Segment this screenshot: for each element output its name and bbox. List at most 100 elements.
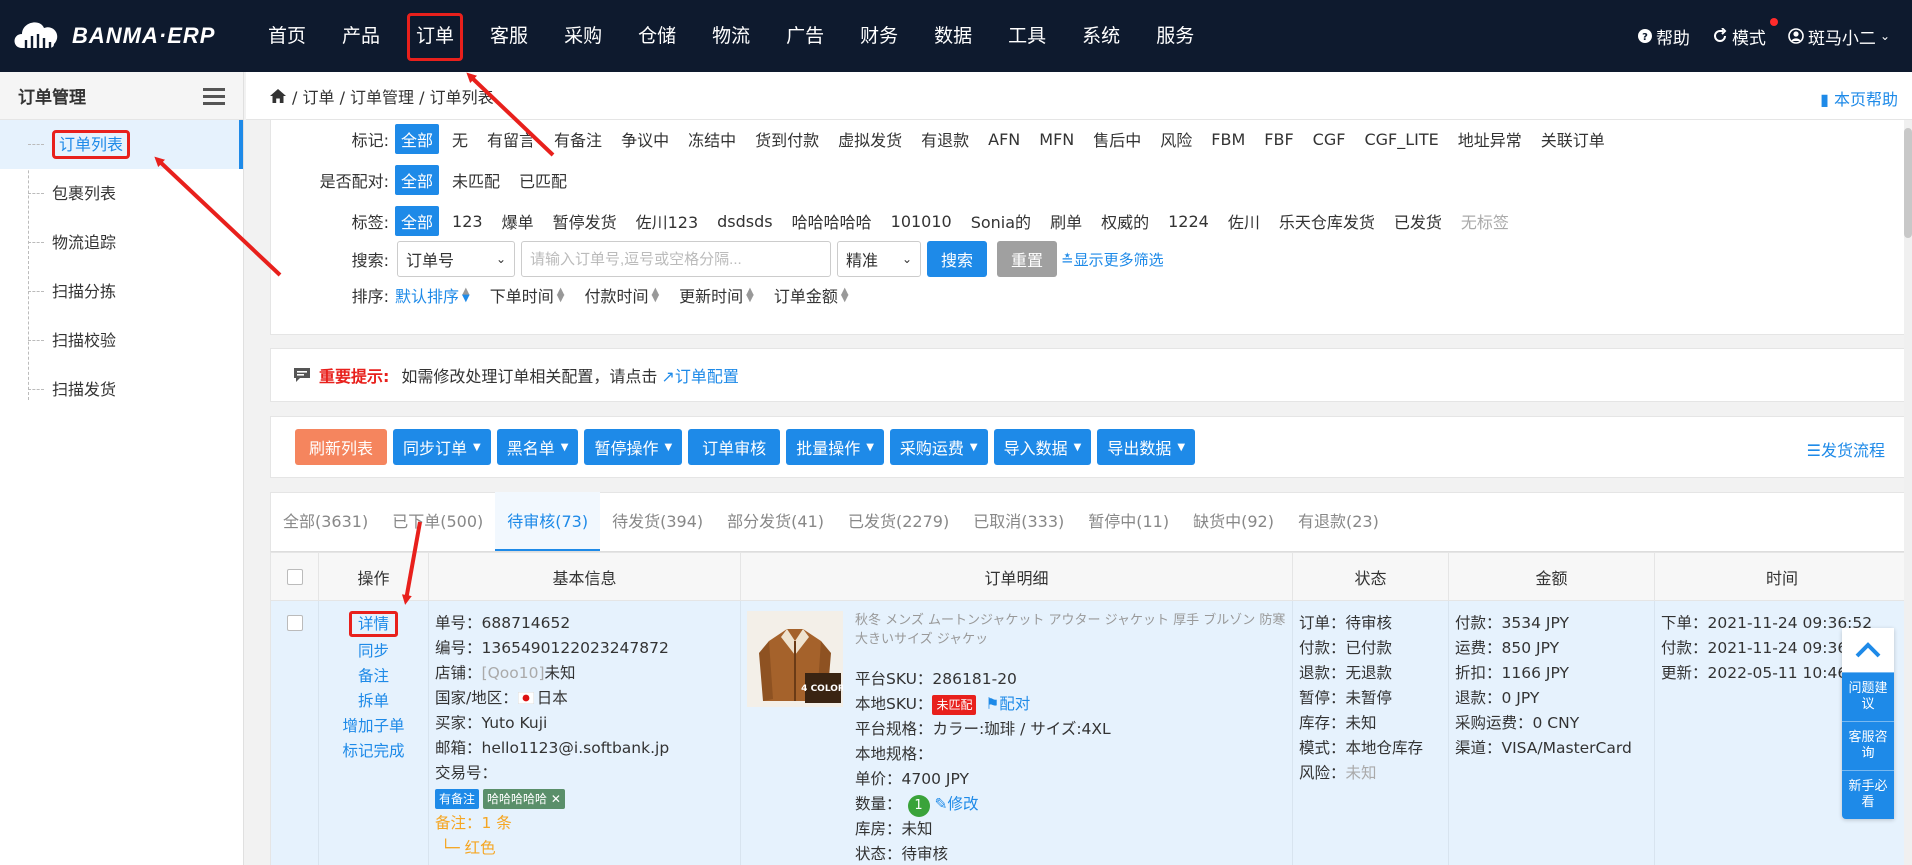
customer-service-button[interactable]: 客服咨询 [1842,721,1894,770]
tag-chip[interactable]: 101010 [885,209,958,234]
tab-out-of-stock[interactable]: 缺货中(92) [1181,492,1286,551]
mark-done-link[interactable]: 标记完成 [342,739,404,764]
blacklist-button[interactable]: 黑名单 ▼ [496,429,579,465]
tab-pending-review[interactable]: 待审核(73) [495,492,601,551]
tag-chip[interactable]: 1224 [1162,209,1215,234]
order-review-button[interactable]: 订单审核 [688,429,781,465]
mark-chip[interactable]: 有退款 [915,124,975,154]
tag-chip[interactable]: 哈哈哈哈哈 [786,206,878,236]
mark-chip[interactable]: FBF [1258,127,1299,152]
mark-chip[interactable]: FBM [1205,127,1251,152]
user-menu[interactable]: 斑马小二 ⌄ [1788,24,1890,49]
tab-pending-ship[interactable]: 待发货(394) [600,492,715,551]
mode-toggle[interactable]: 模式 [1712,17,1778,49]
tag-chip[interactable]: dsdsds [711,209,778,234]
tab-all[interactable]: 全部(3631) [271,492,380,551]
mark-chip[interactable]: 全部 [395,124,440,154]
nav-item-tools[interactable]: 工具 [990,0,1064,72]
export-data-button[interactable]: 导出数据 ▼ [1097,429,1196,465]
matched-chip[interactable]: 全部 [395,165,440,195]
tag-chip[interactable]: 无标签 [1455,206,1515,236]
mark-chip[interactable]: 冻结中 [682,124,742,154]
tag-chip[interactable]: 权威的 [1095,206,1155,236]
pair-link[interactable]: ⚑配对 [985,695,1030,713]
nav-item-services[interactable]: 服务 [1138,0,1212,72]
sync-orders-button[interactable]: 同步订单 ▼ [393,429,491,465]
mark-chip[interactable]: CGF [1307,127,1352,152]
tag-chip[interactable]: 佐川123 [630,206,705,236]
mark-chip[interactable]: 地址异常 [1452,124,1528,154]
logo[interactable]: BANMA·ERP [10,14,220,58]
product-image[interactable]: 4 COLOR [747,611,843,707]
mark-chip[interactable]: 风险 [1154,124,1198,154]
tab-ordered[interactable]: 已下单(500) [380,492,495,551]
tag-chip[interactable]: 乐天仓库发货 [1273,206,1381,236]
sort-pay-time[interactable]: 付款时间 ▲ ▼ [584,283,659,307]
tag-chip[interactable]: 123 [446,209,489,234]
nav-item-finance[interactable]: 财务 [842,0,916,72]
add-suborder-link[interactable]: 增加子单 [342,714,404,739]
mark-chip[interactable]: AFN [982,127,1026,152]
split-link[interactable]: 拆单 [358,689,389,714]
nav-item-purchasing[interactable]: 采购 [546,0,620,72]
nav-item-ads[interactable]: 广告 [768,0,842,72]
order-config-link[interactable]: ↗订单配置 [661,363,738,387]
page-help-link[interactable]: ▮ 本页帮助 [1820,86,1898,110]
remark-count[interactable]: 备注：1 条 [435,811,734,836]
modify-link[interactable]: ✎修改 [934,795,978,813]
tab-cancelled[interactable]: 已取消(333) [961,492,1076,551]
import-data-button[interactable]: 导入数据 ▼ [993,429,1092,465]
tag-chip[interactable]: 暂停发货 [547,206,623,236]
help-link[interactable]: ? 帮助 [1637,24,1690,49]
select-all-checkbox[interactable] [286,568,303,585]
beginner-guide-button[interactable]: 新手必看 [1842,770,1894,819]
nav-item-warehouse[interactable]: 仓储 [620,0,694,72]
tag-chip[interactable]: 全部 [395,206,440,236]
sync-link[interactable]: 同步 [358,639,389,664]
mark-chip[interactable]: 售后中 [1087,124,1147,154]
batch-ops-button[interactable]: 批量操作 ▼ [786,429,884,465]
mark-chip[interactable]: MFN [1033,127,1080,152]
feedback-button[interactable]: 问题建议 [1842,672,1894,721]
purchase-shipping-button[interactable]: 采购运费 ▼ [889,429,988,465]
sort-order-time[interactable]: 下单时间 ▲ ▼ [490,283,565,307]
tag-has-remark[interactable]: 有备注 [435,789,480,809]
tab-paused[interactable]: 暂停中(11) [1076,492,1181,551]
sidebar-item-scan-ship[interactable]: 扫描发货 [28,365,243,414]
mark-chip[interactable]: 有留言 [481,124,541,154]
matched-chip[interactable]: 未匹配 [446,165,506,195]
nav-item-logistics[interactable]: 物流 [694,0,768,72]
nav-item-orders[interactable]: 订单 [398,0,472,72]
mark-chip[interactable]: 争议中 [615,124,675,154]
match-mode-select[interactable]: 精准 ⌄ [837,241,921,277]
tag-chip[interactable]: 已发货 [1388,206,1448,236]
tag-chip[interactable]: 爆单 [496,206,540,236]
home-icon[interactable] [270,88,286,103]
sort-update-time[interactable]: 更新时间 ▲ ▼ [679,283,754,307]
row-checkbox[interactable] [286,615,303,631]
sidebar-item-scan-sort[interactable]: 扫描分拣 [28,267,243,316]
mark-chip[interactable]: 虚拟发货 [832,124,908,154]
shipping-flow-link[interactable]: ☰发货流程 [1807,437,1885,461]
mark-chip[interactable]: 无 [446,124,474,154]
reset-button[interactable]: 重置 [997,241,1058,277]
pause-ops-button[interactable]: 暂停操作 ▼ [584,429,683,465]
tab-shipped[interactable]: 已发货(2279) [836,492,961,551]
tab-partial-shipped[interactable]: 部分发货(41) [715,492,836,551]
sidebar-item-order-list[interactable]: 订单列表 [0,120,243,169]
page-scrollbar-thumb[interactable] [1904,128,1912,238]
remark-link[interactable]: 备注 [358,664,389,689]
sidebar-item-package-list[interactable]: 包裹列表 [28,169,243,218]
nav-item-data[interactable]: 数据 [916,0,990,72]
search-field-select[interactable]: 订单号 ⌄ [397,241,515,277]
menu-collapse-icon[interactable] [203,87,225,105]
sidebar-item-scan-verify[interactable]: 扫描校验 [28,316,243,365]
matched-chip[interactable]: 已匹配 [513,165,573,195]
nav-item-products[interactable]: 产品 [324,0,398,72]
sidebar-item-tracking[interactable]: 物流追踪 [28,218,243,267]
mark-chip[interactable]: 关联订单 [1535,124,1611,154]
close-icon[interactable]: ✕ [551,792,561,806]
mark-chip[interactable]: CGF_LITE [1358,127,1444,152]
tag-custom[interactable]: 哈哈哈哈哈 ✕ [483,789,565,809]
sort-amount[interactable]: 订单金额 ▲ ▼ [774,283,849,307]
